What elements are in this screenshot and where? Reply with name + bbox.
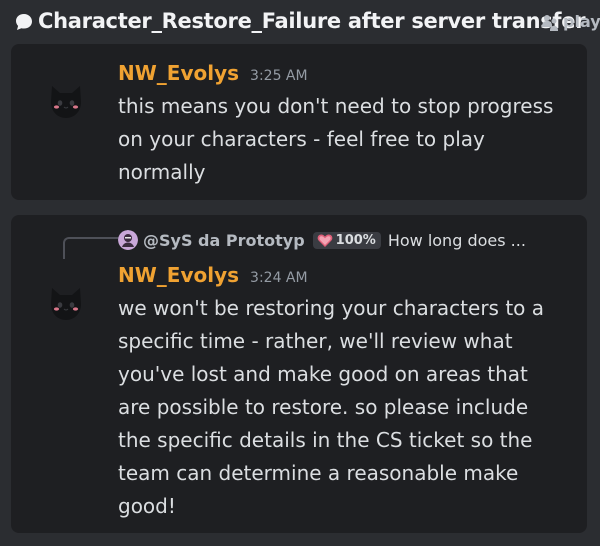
message-line: normally [118, 160, 206, 184]
timestamp[interactable]: 3:25 AM [250, 68, 308, 84]
reply-avatar[interactable] [118, 230, 138, 250]
reply-connector [63, 237, 119, 259]
message-line: are possible to restore. so please inclu… [118, 395, 529, 419]
black-cat-avatar[interactable] [46, 80, 86, 120]
message-line: good! [118, 494, 176, 518]
reply-username[interactable]: @SyS da Prototyp [143, 231, 305, 250]
players-icon[interactable] [540, 13, 560, 33]
tag-label[interactable]: playe [563, 12, 600, 31]
timestamp[interactable]: 3:24 AM [250, 270, 308, 286]
heart-icon [317, 234, 333, 247]
message-body: this means you don't need to stop progre… [118, 90, 578, 189]
username[interactable]: NW_Evolys [118, 61, 239, 85]
username[interactable]: NW_Evolys [118, 263, 239, 287]
thread-header: Character_Restore_Failure after server t… [0, 0, 600, 44]
message-line: you've lost and make good on areas that [118, 362, 528, 386]
message-line: on your characters - feel free to play [118, 127, 485, 151]
message-line: team can determine a reasonable make [118, 461, 519, 485]
message-line: this means you don't need to stop progre… [118, 94, 554, 118]
message-header: NW_Evolys 3:24 AM [118, 263, 308, 287]
reply-text[interactable]: How long does ... [388, 231, 526, 250]
message-line: we won't be restoring your characters to… [118, 296, 545, 320]
message-line: specific time - rather, we'll review wha… [118, 329, 513, 353]
message-body: we won't be restoring your characters to… [118, 292, 578, 523]
reply-badge-text: 100% [335, 232, 376, 248]
message-card: NW_Evolys 3:25 AM this means you don't n… [11, 44, 587, 200]
message-header: NW_Evolys 3:25 AM [118, 61, 308, 85]
reply-preview[interactable]: @SyS da Prototyp 100% How long does ... [118, 228, 578, 252]
thread-title: Character_Restore_Failure after server t… [38, 9, 586, 33]
reply-badge: 100% [312, 231, 381, 249]
message-card: @SyS da Prototyp 100% How long does ... … [11, 215, 587, 533]
chat-bubble-icon [16, 14, 32, 30]
message-line: the specific details in the CS ticket so… [118, 428, 533, 452]
black-cat-avatar[interactable] [46, 282, 86, 322]
